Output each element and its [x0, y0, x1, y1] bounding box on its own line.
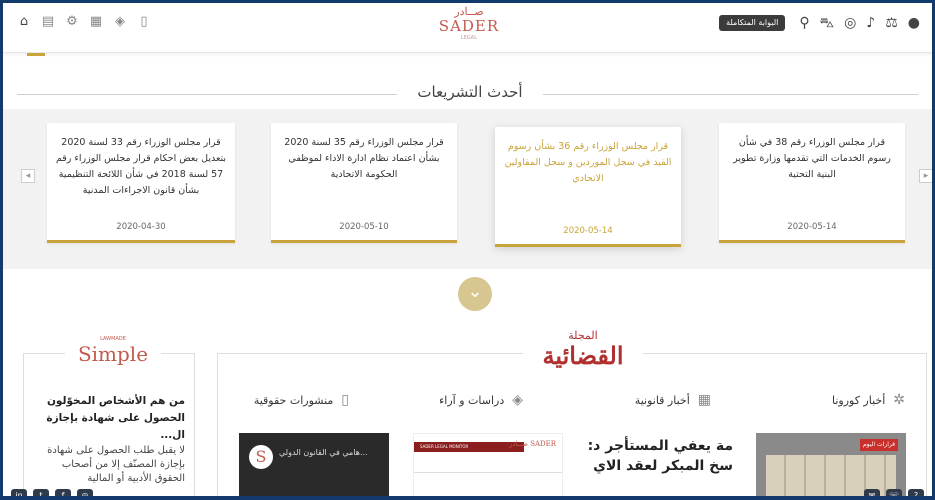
legislation-card[interactable]: قرار مجلس الوزراء رقم 38 في شأن رسوم الخ…: [719, 123, 905, 243]
chat-icon[interactable]: ✉: [864, 489, 880, 496]
help-icon[interactable]: ?: [908, 489, 924, 496]
book-icon: ▯: [341, 392, 349, 408]
top-navigation-bar: ⌂ ▤ ⚙ ▦ ◈ ▯ صــادر SADER LEGAL البوابة ا…: [3, 3, 932, 53]
graduation-icon: ◈: [512, 392, 523, 408]
scales-icon[interactable]: ⚖: [885, 15, 898, 31]
social-links-left: in t f ◎: [11, 489, 93, 496]
simple-logo-word: Simple: [77, 342, 149, 366]
tab-label: أخبار قانونية: [634, 393, 690, 407]
browser-frame: ⌂ ▤ ⚙ ▦ ◈ ▯ صــادر SADER LEGAL البوابة ا…: [0, 0, 935, 500]
social-links-right: ✉ ☏ ?: [864, 489, 924, 496]
monitor-sader-logo: صــادر SADER: [509, 440, 556, 448]
magazine-thumbnails: S ...هامي في القانون الدولي SADER LEGAL …: [239, 433, 929, 496]
title-divider-right: [543, 94, 918, 95]
gear-icon[interactable]: ⚙: [65, 15, 79, 29]
graduation-icon[interactable]: ◈: [113, 15, 127, 29]
virus-icon: ✲: [893, 392, 905, 408]
logo-subtitle: LEGAL: [460, 35, 478, 41]
monitor-band: SADER LEGAL MONITOR: [414, 442, 524, 452]
document-icon[interactable]: ▤: [41, 15, 55, 29]
book-icon[interactable]: ▯: [137, 15, 151, 29]
divider: [414, 472, 562, 473]
lawmade-simple-logo[interactable]: LAWMADE Simple: [65, 335, 161, 369]
monitor-thumbnail[interactable]: SADER LEGAL MONITOR صــادر SADER: [413, 433, 563, 496]
tab-label: دراسات و آراء: [439, 393, 505, 407]
active-tab-indicator: [27, 53, 45, 56]
magazine-tabs: ✲ أخبار كورونا ▦ أخبار قانونية ◈ دراسات …: [235, 389, 915, 411]
legislation-card-date: 2020-05-14: [787, 222, 837, 232]
globe-icon[interactable]: ◎: [844, 15, 856, 31]
legislation-title: أحدث التشريعات: [417, 83, 523, 101]
legislation-card-date: 2020-05-14: [563, 226, 613, 236]
legislation-card-text: قرار مجلس الوزراء رقم 38 في شأن رسوم الخ…: [733, 137, 891, 180]
facebook-icon[interactable]: f: [55, 489, 71, 496]
video-thumbnail[interactable]: S ...هامي في القانون الدولي: [239, 433, 389, 496]
carousel-prev-button[interactable]: ◂: [21, 169, 35, 183]
news-icon[interactable]: ▦: [89, 15, 103, 29]
legislation-card[interactable]: قرار مجلس الوزراء رقم 33 لسنة 2020 بتعدي…: [47, 123, 235, 243]
tab-corona-news[interactable]: ✲ أخبار كورونا: [832, 389, 905, 411]
legislation-card-date: 2020-05-10: [339, 222, 389, 232]
chevron-down-icon: ⌄: [467, 281, 483, 302]
magazine-logo-main: القضائية: [542, 341, 624, 370]
news-icon: ▦: [697, 392, 711, 408]
search-icon[interactable]: ⚲: [799, 15, 809, 31]
legislation-card-active[interactable]: قرار مجلس الوزراء رقم 36 بشأن رسوم القيد…: [495, 127, 681, 247]
judicial-magazine-logo[interactable]: المجلة القضائية: [523, 330, 643, 374]
phone-icon[interactable]: ☏: [886, 489, 902, 496]
legislation-card-text: قرار مجلس الوزراء رقم 36 بشأن رسوم القيد…: [504, 141, 672, 184]
simple-article-excerpt: لا يقبل طلب الحصول على شهادة بإجازة المص…: [47, 445, 185, 484]
tab-label: منشورات حقوقية: [253, 393, 334, 407]
simple-logo-icon: S: [249, 445, 273, 469]
legislation-card-text: قرار مجلس الوزراء رقم 33 لسنة 2020 بتعدي…: [55, 137, 227, 196]
left-icon-group: ⌂ ▤ ⚙ ▦ ◈ ▯: [17, 15, 151, 29]
home-icon[interactable]: ⌂: [17, 15, 31, 29]
carousel-next-button[interactable]: ▸: [919, 169, 932, 183]
tab-label: أخبار كورونا: [831, 393, 886, 407]
cart-icon[interactable]: ⛍: [820, 15, 834, 31]
legislation-card-date: 2020-04-30: [116, 222, 166, 232]
tab-studies-opinions[interactable]: ◈ دراسات و آراء: [439, 389, 523, 411]
scroll-down-button[interactable]: ⌄: [458, 277, 492, 311]
linkedin-icon[interactable]: in: [11, 489, 27, 496]
instagram-icon[interactable]: ◎: [77, 489, 93, 496]
headline-line-1: مة يعفي المستأجر د:: [587, 438, 733, 454]
user-icon[interactable]: ●: [908, 15, 920, 31]
photo-tag: قرارات اليوم: [860, 439, 898, 451]
portal-button[interactable]: البوابة المتكاملة: [719, 15, 786, 31]
tab-rights-publications[interactable]: ▯ منشورات حقوقية: [254, 389, 349, 411]
headline-thumbnail[interactable]: مة يعفي المستأجر د: سخ المبكر لعقد الاي: [585, 433, 737, 496]
right-icon-group: البوابة المتكاملة ⚲ ⛍ ◎ ♪ ⚖ ●: [719, 15, 920, 31]
logo-english: SADER: [438, 17, 500, 35]
video-caption: ...هامي في القانون الدولي: [279, 448, 368, 457]
bell-icon[interactable]: ♪: [866, 15, 875, 31]
legislation-card[interactable]: قرار مجلس الوزراء رقم 35 لسنة 2020 بشأن …: [271, 123, 457, 243]
headline-line-2: سخ المبكر لعقد الاي: [593, 458, 733, 474]
tab-legal-news[interactable]: ▦ أخبار قانونية: [635, 389, 711, 411]
twitter-icon[interactable]: t: [33, 489, 49, 496]
legislation-card-text: قرار مجلس الوزراء رقم 35 لسنة 2020 بشأن …: [284, 137, 444, 180]
simple-article-title[interactable]: من هم الأشخاص المخوّلون الحصول على شهادة…: [31, 393, 185, 444]
sader-logo[interactable]: صــادر SADER LEGAL: [419, 6, 519, 50]
title-divider-left: [17, 94, 397, 95]
